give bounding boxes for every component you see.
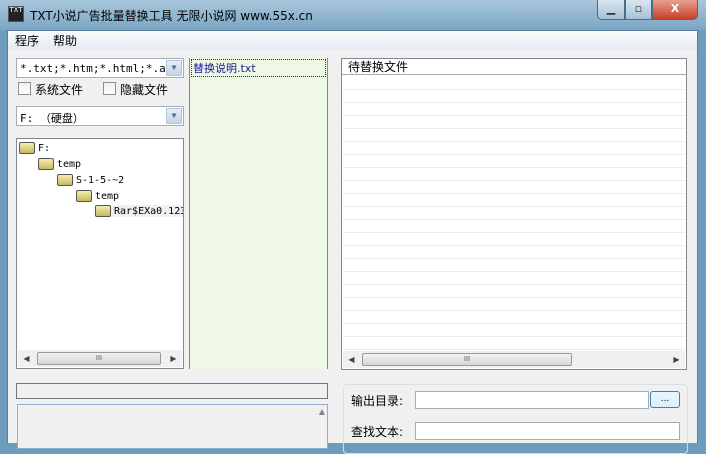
app-icon: TXT <box>8 6 24 22</box>
tree-item[interactable]: temp <box>76 190 119 202</box>
chevron-down-icon[interactable]: ▼ <box>166 60 182 76</box>
folder-icon <box>19 142 35 154</box>
scroll-left-icon[interactable]: ◀ <box>343 351 360 368</box>
system-files-checkbox[interactable] <box>18 82 31 95</box>
tree-item-selected[interactable]: Rar$EXa0.123 <box>95 205 184 217</box>
drive-value: F: （硬盘） <box>20 112 84 125</box>
system-files-label: 系统文件 <box>35 83 84 97</box>
output-dir-input[interactable] <box>415 391 649 409</box>
hidden-files-label: 隐藏文件 <box>120 83 169 97</box>
tree-item-label: S-1-5-~2 <box>76 174 125 186</box>
tree-item[interactable]: S-1-5-~2 <box>57 174 124 186</box>
folder-icon <box>57 174 73 186</box>
scroll-up-icon[interactable]: ▲ <box>319 407 325 416</box>
tree-item-label: temp <box>95 190 120 202</box>
folder-icon <box>76 190 92 202</box>
tree-hscrollbar[interactable]: ◀ III ▶ <box>18 350 182 367</box>
progress-bar <box>16 383 328 399</box>
tree-item-label: F: <box>38 142 51 154</box>
window-title: TXT小说广告批量替换工具 无限小说网 www.55x.cn <box>30 9 313 23</box>
column-header-pending[interactable]: 待替换文件 <box>342 59 686 75</box>
find-text-label: 查找文本: <box>351 425 404 439</box>
maximize-button[interactable]: ▫ <box>625 0 652 20</box>
log-memo[interactable]: ▲ <box>17 404 328 449</box>
find-text-input[interactable] <box>415 422 680 440</box>
minimize-button[interactable]: ▁ <box>597 0 625 20</box>
file-filter-value: *.txt;*.htm;*.html;*.asp <box>20 62 179 75</box>
folder-tree[interactable]: F: temp S-1-5-~2 temp Rar$EXa0.123 ◀ III… <box>16 138 184 369</box>
scroll-left-icon[interactable]: ◀ <box>18 350 35 367</box>
file-list-item[interactable]: 替换说明.txt <box>191 59 326 77</box>
menu-help[interactable]: 帮助 <box>53 32 77 49</box>
output-dir-label: 输出目录: <box>351 394 404 408</box>
scroll-thumb[interactable]: III <box>362 353 572 366</box>
tree-item-label: Rar$EXa0.123 <box>114 205 184 217</box>
menu-bar <box>8 31 697 49</box>
tree-item-label: temp <box>57 158 82 170</box>
chevron-down-icon[interactable]: ▼ <box>166 108 182 124</box>
tree-item[interactable]: F: <box>19 142 50 154</box>
menu-program[interactable]: 程序 <box>15 32 39 49</box>
pending-files-list[interactable]: 待替换文件 ◀ III ▶ <box>341 58 687 370</box>
folder-icon <box>95 205 111 217</box>
folder-icon <box>38 158 54 170</box>
tree-item[interactable]: temp <box>38 158 81 170</box>
scroll-right-icon[interactable]: ▶ <box>668 351 685 368</box>
browse-button[interactable]: ... <box>650 391 680 408</box>
scroll-thumb[interactable]: III <box>37 352 161 365</box>
pending-hscrollbar[interactable]: ◀ III ▶ <box>343 351 685 368</box>
file-list[interactable]: 替换说明.txt <box>189 58 328 369</box>
hidden-files-checkbox[interactable] <box>103 82 116 95</box>
close-button[interactable]: X <box>652 0 698 20</box>
file-filter-combo[interactable]: *.txt;*.htm;*.html;*.asp ▼ <box>16 58 184 78</box>
drive-combo[interactable]: F: （硬盘） ▼ <box>16 106 184 126</box>
scroll-right-icon[interactable]: ▶ <box>165 350 182 367</box>
